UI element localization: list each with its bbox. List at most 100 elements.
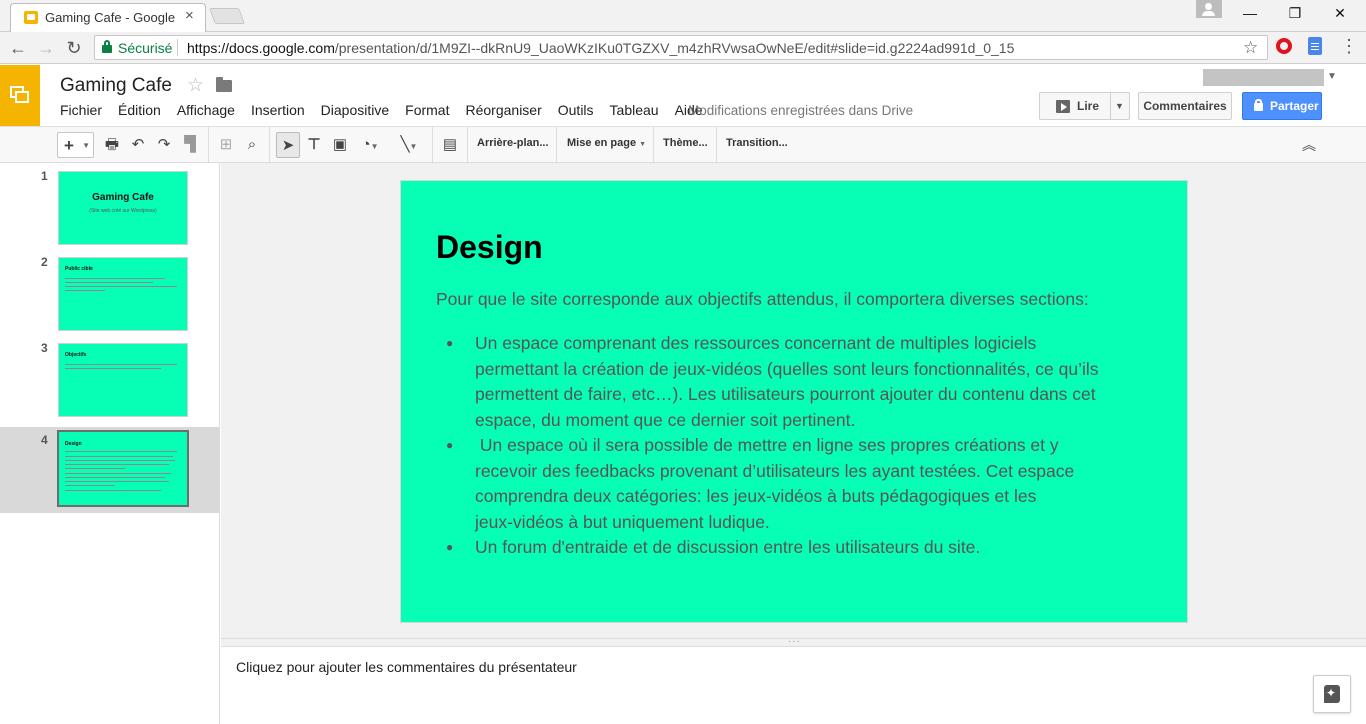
forward-button[interactable]: → — [34, 36, 58, 60]
bookmark-star-icon[interactable]: ☆ — [1243, 38, 1258, 58]
present-separator — [1110, 93, 1111, 119]
docs-extension-icon[interactable] — [1308, 37, 1322, 55]
star-icon[interactable]: ☆ — [187, 74, 204, 97]
menu-insertion[interactable]: Insertion — [251, 102, 305, 122]
slides-logo-icon[interactable] — [0, 65, 40, 126]
slide-number: 2 — [41, 255, 48, 269]
slide-intro-text[interactable]: Pour que le site corresponde aux objecti… — [436, 289, 1089, 310]
zoom-icon[interactable]: ⌕ — [242, 132, 262, 158]
zoom-fit-icon[interactable]: ⊞ — [216, 132, 236, 158]
filmstrip-slide-4[interactable]: 4 Design — [0, 427, 219, 513]
menu-reorganiser[interactable]: Réorganiser — [465, 102, 541, 122]
back-button[interactable]: ← — [6, 36, 30, 60]
menu-bar: Fichier Édition Affichage Insertion Diap… — [60, 102, 719, 122]
image-icon[interactable]: ▣ — [330, 132, 350, 158]
thumb-title: Public cible — [65, 266, 93, 272]
explore-icon — [1324, 685, 1340, 703]
url-path: /presentation/d/1M9ZI--dkRnU9_UaoWKzIKu0… — [334, 40, 1015, 56]
menu-edition[interactable]: Édition — [118, 102, 161, 122]
paint-format-icon[interactable]: ▜ — [180, 132, 200, 158]
thumb-title: Objectifs — [65, 352, 87, 358]
transition-button[interactable]: Transition... — [726, 137, 788, 149]
new-slide-dropdown-icon[interactable]: ▼ — [82, 133, 90, 159]
play-icon — [1056, 100, 1070, 113]
current-slide[interactable]: Design Pour que le site corresponde aux … — [400, 180, 1188, 623]
speaker-notes[interactable]: Cliquez pour ajouter les commentaires du… — [221, 647, 1366, 724]
new-slide-button[interactable]: + ▼ — [57, 132, 94, 158]
comments-button[interactable]: Commentaires — [1138, 92, 1232, 120]
doc-title[interactable]: Gaming Cafe — [60, 75, 172, 97]
undo-icon[interactable]: ↶ — [128, 132, 148, 158]
bullet-line: permettant la création de jeux-vidéos (q… — [475, 358, 1099, 379]
new-tab-button[interactable] — [209, 8, 245, 24]
browser-menu-icon[interactable]: ⋮ — [1340, 36, 1358, 56]
address-bar: ← → ↻ Sécurisé https://docs.google.com/p… — [0, 32, 1366, 64]
layout-dropdown-icon: ▼ — [639, 141, 647, 148]
filmstrip-slide-2[interactable]: 2 Public cible — [0, 249, 219, 335]
reload-button[interactable]: ↻ — [62, 36, 86, 60]
present-label: Lire — [1077, 99, 1100, 113]
slide-title[interactable]: Design — [436, 229, 543, 266]
thumb-title: Gaming Cafe — [92, 192, 154, 203]
background-button[interactable]: Arrière-plan... — [477, 137, 549, 149]
folder-icon[interactable] — [216, 77, 232, 92]
slide-canvas: Design Pour que le site corresponde aux … — [221, 163, 1366, 638]
slide-bullet-list[interactable]: Un espace comprenant des ressources conc… — [436, 331, 1156, 561]
select-icon[interactable]: ➤ — [276, 132, 300, 158]
bullet-line: jeux-vidéos à but uniquement ludique. — [475, 511, 770, 532]
theme-button[interactable]: Thème... — [663, 137, 708, 149]
notes-resize-handle[interactable]: ··· — [221, 636, 1366, 647]
text-box-icon[interactable]: ⊤ — [304, 132, 324, 158]
minimize-button[interactable]: — — [1230, 0, 1270, 26]
menu-format[interactable]: Format — [405, 102, 449, 122]
present-button[interactable]: Lire ▼ — [1039, 92, 1130, 120]
print-icon[interactable]: 🖶 — [102, 132, 122, 158]
collapse-icon[interactable]: ︽ — [1297, 132, 1321, 158]
maximize-button[interactable]: ❐ — [1275, 0, 1315, 26]
slide-thumbnail[interactable]: Public cible — [58, 257, 188, 331]
slide-thumbnail[interactable]: Gaming Cafe (Site web créé sur Wordpress… — [58, 171, 188, 245]
menu-affichage[interactable]: Affichage — [177, 102, 235, 122]
comment-icon[interactable]: ▤ — [440, 132, 460, 158]
url-input[interactable]: Sécurisé https://docs.google.com/present… — [94, 35, 1268, 60]
tab-close-icon[interactable]: × — [185, 7, 194, 24]
bullet-item: Un espace comprenant des ressources conc… — [436, 331, 1156, 433]
toolbar-separator — [432, 127, 433, 162]
account-name[interactable] — [1203, 69, 1324, 86]
redo-icon[interactable]: ↷ — [154, 132, 174, 158]
filmstrip-slide-1[interactable]: 1 Gaming Cafe (Site web créé sur Wordpre… — [0, 163, 219, 249]
opera-extension-icon[interactable] — [1276, 38, 1292, 54]
line-icon[interactable]: ╲▼ — [392, 132, 426, 158]
bullet-line: espace, du moment que ce dernier soit pe… — [475, 409, 856, 430]
save-status[interactable]: Modifications enregistrées dans Drive — [688, 103, 913, 118]
shape-icon[interactable]: ◔▼ — [354, 132, 386, 158]
plus-icon: + — [64, 136, 74, 155]
toolbar: + ▼ 🖶 ↶ ↷ ▜ ⊞ ⌕ ➤ ⊤ ▣ ◔▼ ╲▼ ▤ Arrière-pla… — [0, 127, 1366, 163]
bullet-line: comprendra deux catégories: les jeux-vid… — [475, 486, 1037, 506]
explore-button[interactable] — [1313, 675, 1351, 713]
menu-tableau[interactable]: Tableau — [610, 102, 659, 122]
present-dropdown-icon[interactable]: ▼ — [1115, 101, 1124, 111]
slide-thumbnail[interactable]: Objectifs — [58, 343, 188, 417]
bullet-line: Un espace comprenant des ressources conc… — [475, 333, 1037, 353]
tab-title: Gaming Cafe - Google Slides — [45, 10, 177, 25]
close-window-button[interactable]: ✕ — [1320, 0, 1360, 26]
speaker-notes-placeholder[interactable]: Cliquez pour ajouter les commentaires du… — [236, 659, 577, 675]
toolbar-separator — [716, 127, 717, 162]
menu-outils[interactable]: Outils — [558, 102, 594, 122]
slide-thumbnail[interactable]: Design — [57, 430, 189, 507]
menu-diapositive[interactable]: Diapositive — [321, 102, 389, 122]
app-header: Gaming Cafe ☆ Fichier Édition Affichage … — [0, 65, 1366, 127]
toolbar-separator — [556, 127, 557, 162]
share-lock-icon — [1254, 99, 1263, 111]
menu-fichier[interactable]: Fichier — [60, 102, 102, 122]
browser-tab[interactable]: Gaming Cafe - Google Slides × — [10, 3, 206, 32]
profile-icon[interactable] — [1196, 0, 1222, 18]
bullet-line: recevoir des feedbacks provenant d’utili… — [475, 460, 1075, 481]
filmstrip-slide-3[interactable]: 3 Objectifs — [0, 335, 219, 421]
toolbar-separator — [269, 127, 270, 162]
layout-button[interactable]: Mise en page ▼ — [567, 137, 646, 149]
thumb-title: Design — [65, 441, 82, 447]
share-button[interactable]: Partager — [1242, 92, 1322, 120]
account-caret-icon[interactable]: ▼ — [1327, 71, 1337, 82]
